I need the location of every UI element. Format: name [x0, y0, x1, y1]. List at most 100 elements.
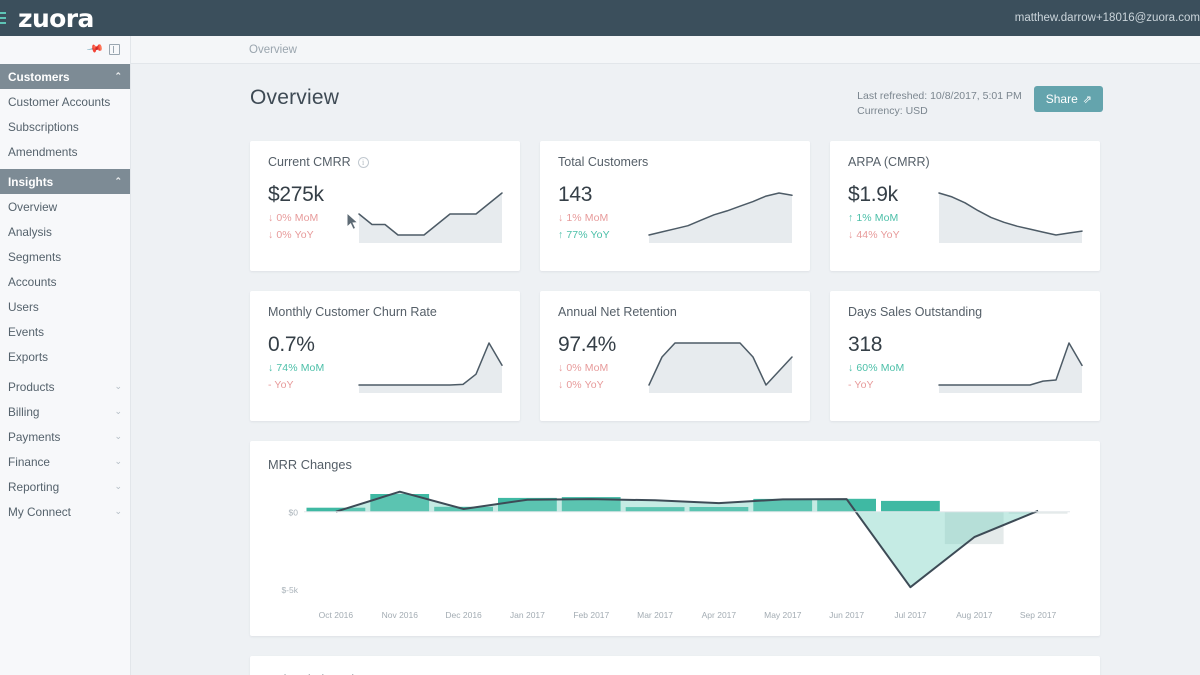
currency-label: Currency: USD — [857, 104, 1022, 119]
share-button-label: Share — [1046, 92, 1078, 106]
sidebar-item-accounts[interactable]: Accounts — [0, 269, 130, 294]
subscription-changes-card: Subscription Changes — [250, 656, 1100, 675]
sidebar-item-overview[interactable]: Overview — [0, 194, 130, 219]
sidebar-item-label: Payments — [8, 430, 60, 444]
kpi-title: Current CMRRi — [268, 155, 504, 169]
kpi-card-total-customers[interactable]: Total Customers 143 ↓ 1% MoM ↑ 77% YoY — [540, 141, 810, 271]
sidebar-item-label: Exports — [8, 350, 48, 364]
sidebar-item-label: My Connect — [8, 505, 71, 519]
x-tick-label: Dec 2016 — [445, 610, 482, 620]
panel-toggle-icon[interactable] — [109, 44, 120, 55]
kpi-sparkline — [358, 331, 504, 393]
chevron-up-icon: ⌃ — [114, 176, 122, 187]
kpi-value: 97.4% — [558, 333, 648, 357]
chevron-down-icon: ⌄ — [114, 431, 122, 442]
kpi-body: 318↓ 60% MoM- YoY — [848, 333, 1084, 393]
sidebar-item-amendments[interactable]: Amendments — [0, 139, 130, 164]
kpi-mom-delta: ↑ 1% MoM — [848, 212, 938, 224]
x-tick-label: Mar 2017 — [637, 610, 673, 620]
x-tick-label: Nov 2016 — [382, 610, 419, 620]
sidebar-item-users[interactable]: Users — [0, 294, 130, 319]
sidebar-item-label: Analysis — [8, 225, 52, 239]
dashboard-meta: Last refreshed: 10/8/2017, 5:01 PM Curre… — [857, 86, 1022, 119]
kpi-figures: 143 ↓ 1% MoM ↑ 77% YoY — [558, 183, 648, 243]
app-root: zuora matthew.darrow+18016@zuora.com 📌 O… — [0, 0, 1200, 675]
kpi-mom-delta: ↓ 1% MoM — [558, 212, 648, 224]
sidebar: Customers ⌃ Customer Accounts Subscripti… — [0, 64, 131, 675]
sidebar-item-my-connect[interactable]: My Connect ⌄ — [0, 499, 130, 524]
x-tick-label: Aug 2017 — [956, 610, 993, 620]
sidebar-group-insights[interactable]: Insights ⌃ — [0, 169, 130, 194]
kpi-yoy-delta: ↓ 44% YoY — [848, 229, 938, 241]
sidebar-item-finance[interactable]: Finance ⌄ — [0, 449, 130, 474]
sidebar-item-label: Events — [8, 325, 44, 339]
sidebar-item-events[interactable]: Events — [0, 319, 130, 344]
sidebar-item-reporting[interactable]: Reporting ⌄ — [0, 474, 130, 499]
mrr-chart-svg: $0$-5kOct 2016Nov 2016Dec 2016Jan 2017Fe… — [268, 478, 1078, 626]
sidebar-group-label: Insights — [8, 175, 53, 189]
kpi-card-monthly-customer-churn-rate[interactable]: Monthly Customer Churn Rate 0.7% ↓ 74% MoM… — [250, 291, 520, 421]
kpi-title: Total Customers — [558, 155, 794, 169]
x-tick-label: Feb 2017 — [573, 610, 609, 620]
chevron-down-icon: ⌄ — [114, 406, 122, 417]
kpi-title: Monthly Customer Churn Rate — [268, 305, 504, 319]
kpi-card-current-cmrr[interactable]: Current CMRRi $275k↓ 0% MoM↓ 0% YoY — [250, 141, 520, 271]
kpi-yoy-delta: - YoY — [268, 379, 358, 391]
kpi-sparkline — [938, 181, 1084, 243]
sidebar-item-label: Finance — [8, 455, 50, 469]
sidebar-item-analysis[interactable]: Analysis — [0, 219, 130, 244]
share-arrow-icon: ⇗ — [1083, 93, 1092, 106]
kpi-sparkline — [648, 331, 794, 393]
kpi-card-days-sales-outstanding[interactable]: Days Sales Outstanding 318↓ 60% MoM- YoY — [830, 291, 1100, 421]
sidebar-item-products[interactable]: Products ⌄ — [0, 374, 130, 399]
chevron-down-icon: ⌄ — [114, 456, 122, 467]
sidebar-item-billing[interactable]: Billing ⌄ — [0, 399, 130, 424]
sidebar-item-label: Amendments — [8, 145, 78, 159]
sidebar-item-label: Reporting — [8, 480, 59, 494]
mrr-changes-chart[interactable]: $0$-5kOct 2016Nov 2016Dec 2016Jan 2017Fe… — [268, 478, 1100, 626]
info-icon[interactable]: i — [358, 157, 369, 168]
kpi-figures: $1.9k↑ 1% MoM↓ 44% YoY — [848, 183, 938, 243]
top-bar: zuora matthew.darrow+18016@zuora.com — [0, 0, 1200, 36]
kpi-body: $275k↓ 0% MoM↓ 0% YoY — [268, 183, 504, 243]
sidebar-item-segments[interactable]: Segments — [0, 244, 130, 269]
share-button[interactable]: Share ⇗ — [1034, 86, 1103, 112]
kpi-title-label: ARPA (CMRR) — [848, 155, 930, 169]
x-tick-label: Jul 2017 — [894, 610, 926, 620]
mrr-bar[interactable] — [881, 501, 940, 512]
kpi-card-arpa-cmrr[interactable]: ARPA (CMRR)$1.9k↑ 1% MoM↓ 44% YoY — [830, 141, 1100, 271]
kpi-yoy-delta: ↑ 77% YoY — [558, 229, 648, 241]
sidebar-group-label: Customers — [8, 70, 70, 84]
kpi-figures: 97.4%↓ 0% MoM↓ 0% YoY — [558, 333, 648, 393]
y-tick-label: $0 — [289, 508, 299, 518]
page-header: Overview Last refreshed: 10/8/2017, 5:01… — [131, 64, 1200, 119]
y-tick-label: $-5k — [281, 585, 298, 595]
kpi-value: 0.7% — [268, 333, 358, 357]
kpi-body: 0.7% ↓ 74% MoM - YoY — [268, 333, 504, 393]
kpi-sparkline — [648, 181, 794, 243]
kpi-mom-delta: ↓ 74% MoM — [268, 362, 358, 374]
kpi-yoy-delta: - YoY — [848, 379, 938, 391]
kpi-mom-delta: ↓ 0% MoM — [558, 362, 648, 374]
kpi-title-label: Days Sales Outstanding — [848, 305, 982, 319]
kpi-sparkline — [358, 181, 504, 243]
sidebar-item-exports[interactable]: Exports — [0, 344, 130, 369]
sidebar-item-label: Billing — [8, 405, 39, 419]
breadcrumb[interactable]: Overview — [249, 44, 297, 56]
sidebar-item-subscriptions[interactable]: Subscriptions — [0, 114, 130, 139]
kpi-value: 143 — [558, 183, 648, 207]
sidebar-item-customer-accounts[interactable]: Customer Accounts — [0, 89, 130, 114]
sidebar-group-customers[interactable]: Customers ⌃ — [0, 64, 130, 89]
kpi-card-annual-net-retention[interactable]: Annual Net Retention97.4%↓ 0% MoM↓ 0% Yo… — [540, 291, 810, 421]
account-email[interactable]: matthew.darrow+18016@zuora.com — [1004, 12, 1200, 24]
pin-icon[interactable]: 📌 — [86, 41, 104, 58]
kpi-title-label: Total Customers — [558, 155, 648, 169]
sidebar-item-payments[interactable]: Payments ⌄ — [0, 424, 130, 449]
sidebar-item-label: Subscriptions — [8, 120, 79, 134]
hamburger-icon[interactable] — [0, 12, 8, 24]
x-tick-label: Jun 2017 — [829, 610, 864, 620]
sidebar-item-label: Users — [8, 300, 39, 314]
x-tick-label: May 2017 — [764, 610, 802, 620]
kpi-body: 143 ↓ 1% MoM ↑ 77% YoY — [558, 183, 794, 243]
kpi-title-label: Annual Net Retention — [558, 305, 677, 319]
